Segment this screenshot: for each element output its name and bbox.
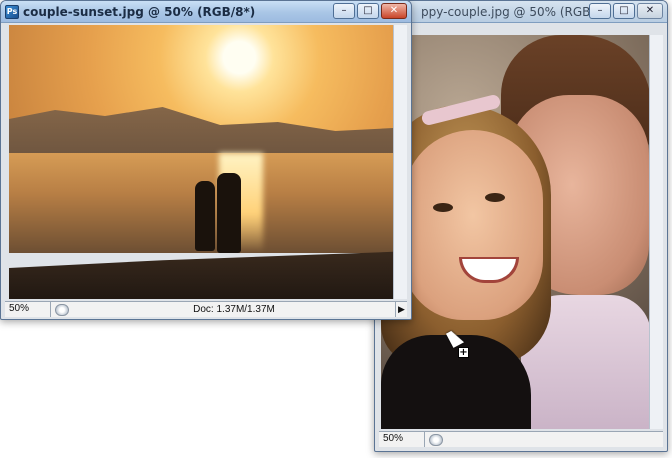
status-bar: 50% [379,431,663,447]
photo-woman-dress [381,335,531,429]
title-bar[interactable]: ppy-couple.jpg @ 50% (RGB/... – □ ✕ [375,1,667,23]
window-title: ppy-couple.jpg @ 50% (RGB/... [421,5,606,19]
document-window-happy-couple[interactable]: ppy-couple.jpg @ 50% (RGB/... – □ ✕ 50% [374,0,668,452]
vertical-scrollbar[interactable] [393,25,407,299]
close-button[interactable]: ✕ [381,3,407,19]
document-size: Doc: 1.37M/1.37M [193,303,275,315]
cursor-plus-icon: + [458,347,469,358]
window-controls: – □ ✕ [589,3,663,19]
photo-eye-left [433,203,453,212]
photoshop-app-icon: Ps [5,5,19,19]
document-window-couple-sunset[interactable]: Ps couple-sunset.jpg @ 50% (RGB/8*) – □ … [0,0,412,320]
photo-eye-right [485,193,505,202]
status-info-icon[interactable] [55,303,69,316]
window-title: couple-sunset.jpg @ 50% (RGB/8*) [23,5,256,19]
minimize-button[interactable]: – [589,3,611,19]
image-canvas-sunset[interactable] [9,25,393,299]
minimize-button[interactable]: – [333,3,355,19]
photo-beach [9,251,393,299]
close-button[interactable]: ✕ [637,3,663,19]
photo-silhouette-man [217,173,241,253]
photo-woman-face [403,130,543,320]
image-canvas-couple[interactable] [381,35,651,429]
window-controls: – □ ✕ [333,3,407,19]
photo-silhouette-woman [195,181,215,251]
zoom-level[interactable]: 50% [379,432,425,447]
status-menu-arrow-icon[interactable]: ▶ [395,302,407,317]
status-info-icon[interactable] [429,433,443,446]
maximize-button[interactable]: □ [357,3,379,19]
vertical-scrollbar[interactable] [649,35,663,429]
maximize-button[interactable]: □ [613,3,635,19]
status-bar: 50% Doc: 1.37M/1.37M ▶ [5,301,407,317]
title-bar[interactable]: Ps couple-sunset.jpg @ 50% (RGB/8*) – □ … [1,1,411,23]
zoom-level[interactable]: 50% [5,302,51,317]
